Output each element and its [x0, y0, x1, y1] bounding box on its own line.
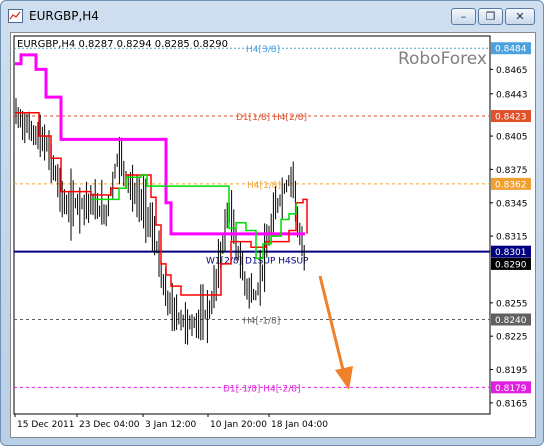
- close-button[interactable]: ✕: [505, 8, 535, 25]
- current-price-label: 0.8290: [495, 260, 527, 270]
- y-tick-label: 0.8225: [496, 333, 528, 343]
- y-tick-label: 0.8165: [496, 399, 528, 409]
- level-price-label: 0.8484: [495, 45, 527, 55]
- y-tick-label: 0.8443: [496, 90, 528, 100]
- level-price-label: 0.8423: [495, 113, 527, 123]
- title-bar[interactable]: EURGBP,H4 – ❐ ✕: [1, 1, 543, 31]
- price-chart[interactable]: H4[3/8] 0.8484D1[1/8] H4[2/8] 0.8423H4[1/8…: [11, 33, 535, 437]
- y-tick-label: 0.8255: [496, 299, 528, 309]
- level-price-label: 0.8301: [495, 248, 527, 258]
- chart-header: EURGBP,H4 0.8287 0.8294 0.8285 0.8290: [17, 39, 228, 50]
- x-tick-label: 10 Jan 20:00: [210, 420, 267, 430]
- y-tick-label: 0.8405: [496, 133, 528, 143]
- plot-frame: [13, 35, 491, 415]
- level-label: D1[1/8] H4[2/8]: [236, 113, 307, 123]
- level-label: H4[-1/8]: [243, 317, 280, 327]
- restore-button[interactable]: ❐: [478, 8, 503, 25]
- level-label: D1[-1/8] H4[-2/8]: [223, 384, 301, 394]
- y-tick-label: 0.8465: [496, 66, 528, 76]
- chart-area[interactable]: H4[3/8] 0.8484 D1[1/8] H4[2/8] 0.8423 H4[1/8…: [10, 32, 536, 438]
- y-tick-label: 0.8195: [496, 366, 528, 376]
- level-price-label: 0.8179: [495, 384, 527, 394]
- watermark: RoboForex: [398, 49, 487, 69]
- x-tick-label: 23 Dec 04:00: [79, 420, 140, 430]
- y-tick-label: 0.8375: [496, 166, 528, 176]
- level-label: H4[3/8]: [246, 45, 280, 55]
- minimize-button[interactable]: –: [451, 8, 476, 25]
- level-price-label: 0.8240: [495, 316, 527, 326]
- x-tick-label: 15 Dec 2011: [17, 420, 75, 430]
- x-tick-label: 18 Jan 04:00: [271, 420, 328, 430]
- x-tick-label: 3 Jan 12:00: [145, 420, 197, 430]
- window-title: EURGBP,H4: [29, 9, 99, 23]
- y-tick-label: 0.8345: [496, 199, 528, 209]
- level-price-label: 0.8362: [495, 180, 527, 190]
- y-tick-label: 0.8315: [496, 233, 528, 243]
- chart-icon: [8, 9, 23, 23]
- chart-window: EURGBP,H4 – ❐ ✕ H4[3/8] 0.8484 D1[1/8] H4[…: [0, 0, 544, 446]
